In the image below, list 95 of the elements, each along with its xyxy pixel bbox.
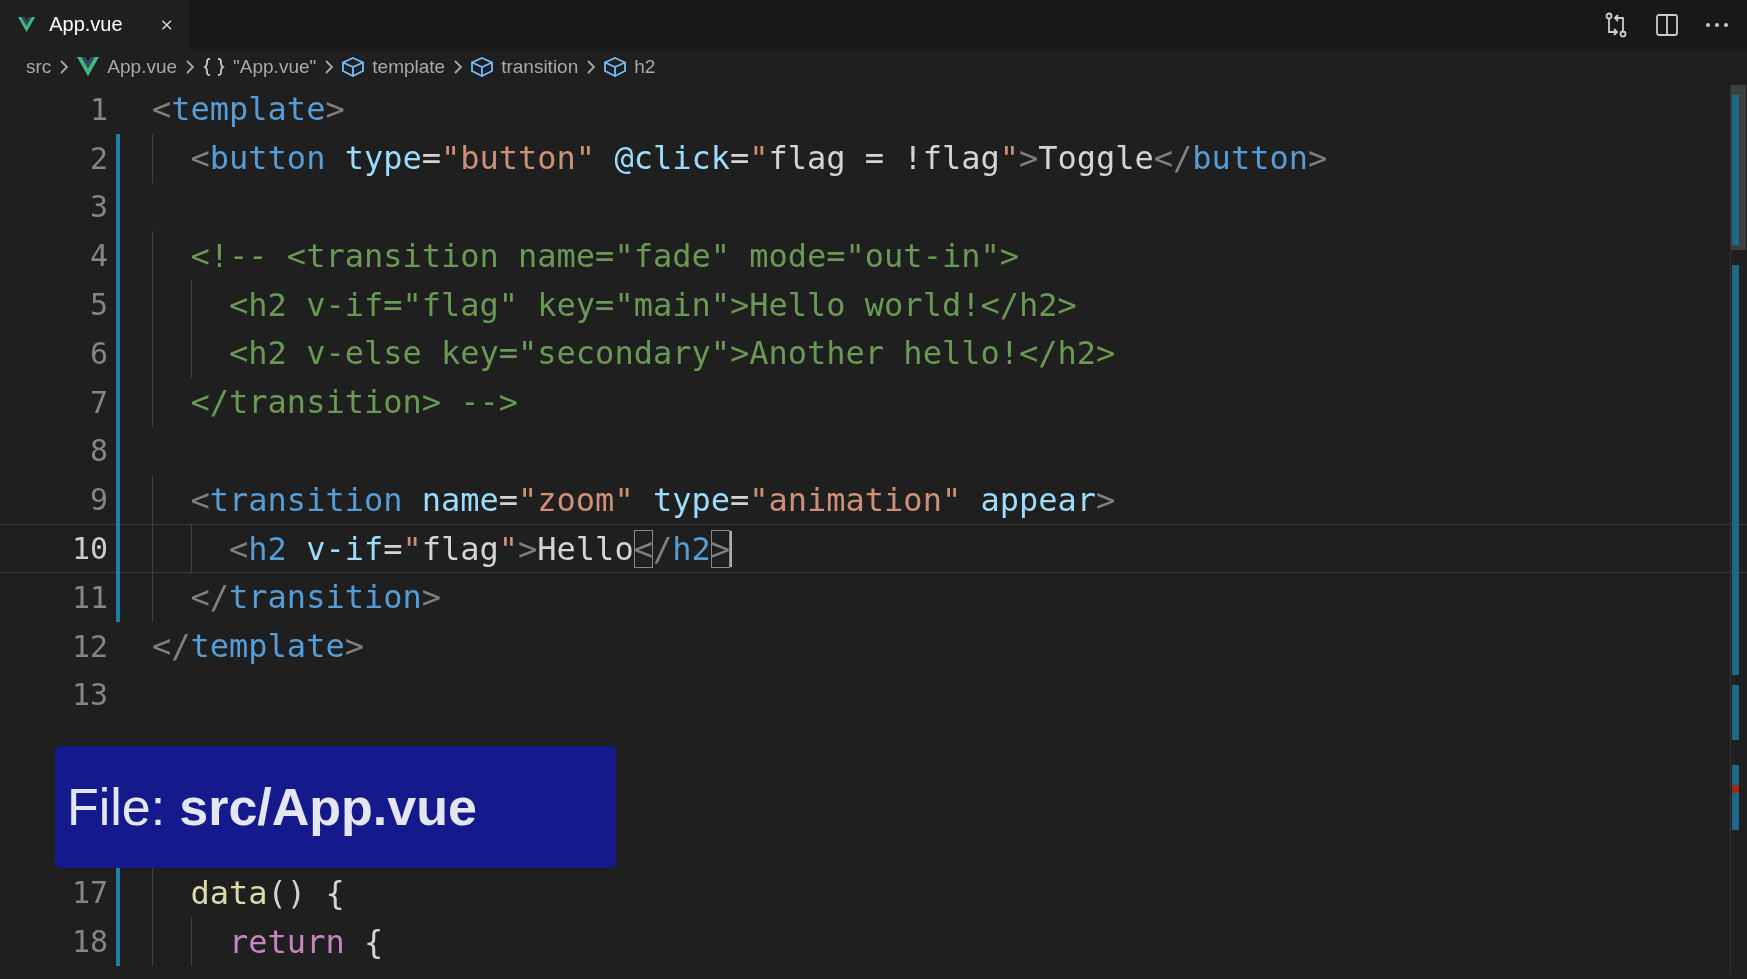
code-token: template xyxy=(171,90,326,129)
code-token: type xyxy=(651,480,730,519)
code-token: < xyxy=(189,139,210,178)
cube-icon xyxy=(471,57,494,77)
code-token: flag xyxy=(421,529,499,568)
overview-ruler[interactable] xyxy=(1730,85,1747,973)
code-token: < xyxy=(228,529,249,568)
code-token: > xyxy=(1018,139,1039,178)
caption-label: File: xyxy=(67,777,166,838)
breadcrumb-item[interactable]: template xyxy=(372,56,446,78)
code-token: > xyxy=(325,90,345,129)
breadcrumb-item[interactable]: App.vue xyxy=(107,56,178,78)
split-editor-icon[interactable] xyxy=(1655,12,1679,37)
code-token: = xyxy=(421,139,441,178)
code-token: < xyxy=(189,480,210,519)
code-token: () { xyxy=(267,873,345,912)
code-token: </ xyxy=(1153,139,1193,178)
code-token: <h2 v-if="flag" key="main">Hello world!</h2> xyxy=(228,285,1077,324)
breadcrumb-item[interactable]: h2 xyxy=(634,56,656,78)
code-token: > xyxy=(421,578,441,617)
code-token: transition xyxy=(209,480,403,519)
code-token: " xyxy=(498,529,519,568)
cube-icon xyxy=(604,57,627,77)
code-token: type xyxy=(343,139,422,178)
code-token: < xyxy=(152,90,172,129)
code-token: > xyxy=(518,529,538,568)
line-number: 11 xyxy=(70,579,108,615)
code-token: " xyxy=(999,139,1019,178)
code-token: data xyxy=(189,873,268,912)
more-actions-icon[interactable] xyxy=(1705,21,1729,28)
breadcrumb-item[interactable]: src xyxy=(26,56,52,78)
matched-bracket: < xyxy=(633,529,653,568)
code-token: name xyxy=(420,480,499,519)
compare-changes-icon[interactable] xyxy=(1603,11,1629,38)
code-token: </ xyxy=(152,627,191,666)
matched-bracket: > xyxy=(710,529,730,568)
code-token: "zoom" xyxy=(518,480,634,519)
code-token: @click xyxy=(613,139,730,178)
code-token: > xyxy=(1096,480,1116,519)
code-token: > xyxy=(1307,139,1328,178)
code-token: > xyxy=(344,627,364,666)
chevron-right-icon xyxy=(453,59,464,75)
chevron-right-icon xyxy=(59,59,70,75)
breadcrumb-item[interactable]: transition xyxy=(501,56,579,78)
code-token: v-if xyxy=(305,529,384,568)
vue-logo-icon xyxy=(18,14,36,35)
chevron-right-icon xyxy=(324,59,335,75)
line-number: 8 xyxy=(88,433,108,469)
line-number: 3 xyxy=(88,189,108,225)
code-token: = xyxy=(498,480,519,519)
braces-icon xyxy=(203,57,226,77)
line-number: 5 xyxy=(88,287,108,323)
line-number: 12 xyxy=(70,628,108,664)
code-token: " xyxy=(402,529,422,568)
text-cursor xyxy=(729,530,732,567)
caption-file-path: src/App.vue xyxy=(179,777,477,838)
line-number: 13 xyxy=(70,677,108,713)
code-token: button xyxy=(209,139,326,178)
vue-logo-icon xyxy=(77,57,100,77)
code-token: = xyxy=(383,529,403,568)
chevron-right-icon xyxy=(185,59,196,75)
code-token: Toggle xyxy=(1038,139,1154,178)
editor-tab[interactable]: App.vue xyxy=(0,0,190,49)
code-token: = xyxy=(729,139,750,178)
line-number: 4 xyxy=(88,238,108,274)
code-token: <!-- <transition name="fade" mode="out-in"> xyxy=(189,236,1019,275)
code-token: "animation" xyxy=(749,480,962,519)
code-token: = xyxy=(729,480,750,519)
code-token: { xyxy=(362,922,384,961)
code-token: </transition> --> xyxy=(189,383,519,422)
cube-icon xyxy=(342,57,365,77)
line-number: 1 xyxy=(88,91,108,127)
breadcrumb-item[interactable]: "App.vue" xyxy=(233,56,317,78)
code-token: "button" xyxy=(441,139,596,178)
code-token: transition xyxy=(229,578,422,617)
code-token: button xyxy=(1192,139,1308,178)
line-number: 6 xyxy=(88,335,108,371)
code-token: h2 xyxy=(248,529,287,568)
code-token: / xyxy=(652,529,673,568)
line-number: 17 xyxy=(70,875,108,911)
code-token: </ xyxy=(189,578,230,617)
code-token: flag = !flag xyxy=(768,139,1000,178)
chevron-right-icon xyxy=(586,59,597,75)
code-token: <h2 v-else key="secondary">Another hello!</h2> xyxy=(228,334,1116,373)
line-number: 9 xyxy=(88,482,108,518)
code-token: h2 xyxy=(672,529,711,568)
code-token: Hello xyxy=(537,529,634,568)
code-token: " xyxy=(749,139,769,178)
code-token: return xyxy=(228,922,345,961)
code-token: appear xyxy=(979,480,1096,519)
code-token: template xyxy=(190,627,345,666)
line-number: 18 xyxy=(70,924,108,960)
line-number: 2 xyxy=(88,140,108,176)
line-number: 7 xyxy=(88,384,108,420)
line-number: 10 xyxy=(70,531,108,567)
